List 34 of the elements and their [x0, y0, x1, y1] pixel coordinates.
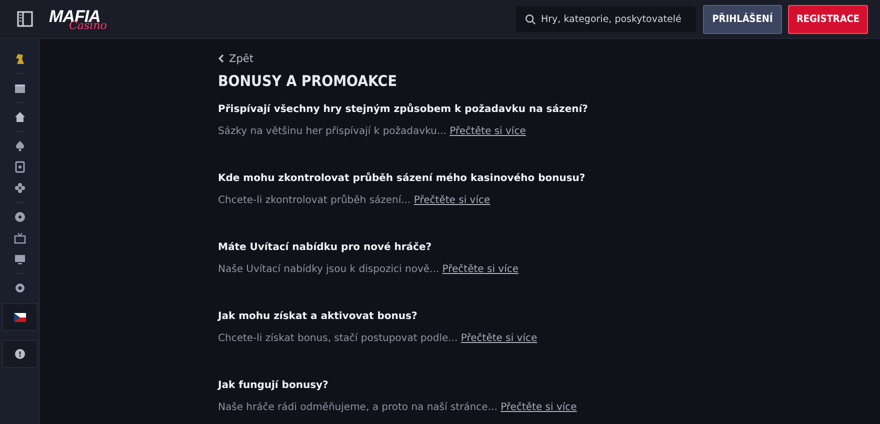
back-link[interactable]: Zpět — [218, 52, 254, 64]
faq-excerpt: Chcete-li získat bonus, stačí postupovat podle... — [218, 333, 458, 344]
language-button[interactable] — [2, 303, 38, 331]
faq-question[interactable]: Přispívají všechny hry stejným způsobem k požadavku na sázení? — [218, 104, 880, 115]
faq-excerpt: Sázky na většinu her přispívají k požadavku... — [218, 126, 446, 137]
faq-question[interactable]: Máte Uvítací nabídku pro nové hráče? — [218, 242, 880, 253]
logo-script[interactable]: Casino — [69, 20, 107, 30]
live-icon[interactable] — [14, 232, 26, 244]
faq-excerpt: Naše hráče rádi odměňujeme, a proto na naší stránce... — [218, 402, 498, 413]
sidebar-toggle-icon[interactable] — [17, 11, 33, 27]
register-button[interactable]: REGISTRACE — [788, 4, 868, 34]
page-title: BONUSY A PROMOAKCE — [218, 72, 398, 90]
login-button[interactable]: PŘIHLÁŠENÍ — [703, 4, 782, 34]
chevron-left-icon — [218, 54, 224, 63]
read-more-link[interactable]: Přečtěte si více — [500, 402, 577, 413]
home-icon[interactable] — [14, 111, 26, 123]
read-more-link[interactable]: Přečtěte si více — [442, 264, 519, 275]
faq-question[interactable]: Kde mohu zkontrolovat průběh sázení mého kasinového bonusu? — [218, 173, 880, 184]
clover-icon[interactable] — [14, 182, 26, 194]
flag-icon — [14, 312, 26, 322]
figure-icon[interactable] — [14, 53, 26, 65]
read-more-link[interactable]: Přečtěte si více — [414, 195, 490, 206]
faq-question[interactable]: Jak mohu získat a aktivovat bonus? — [218, 311, 880, 322]
back-label: Zpět — [229, 52, 254, 64]
spade-icon[interactable] — [14, 140, 26, 152]
read-more-link[interactable]: Přečtěte si více — [450, 126, 526, 137]
faq-excerpt: Chcete-li zkontrolovat průběh sázení... — [218, 195, 411, 206]
cards-icon[interactable] — [14, 161, 26, 173]
faq-question[interactable]: Jak fungují bonusy? — [218, 380, 880, 391]
search-field[interactable]: Hry, kategorie, poskytovatelé — [516, 6, 696, 32]
help-button[interactable] — [2, 340, 38, 368]
faq-excerpt: Naše Uvítací nabídky jsou k dispozici nově... — [218, 264, 440, 275]
read-more-link[interactable]: Přečtěte si více — [460, 333, 538, 344]
screen-icon[interactable] — [14, 253, 26, 265]
